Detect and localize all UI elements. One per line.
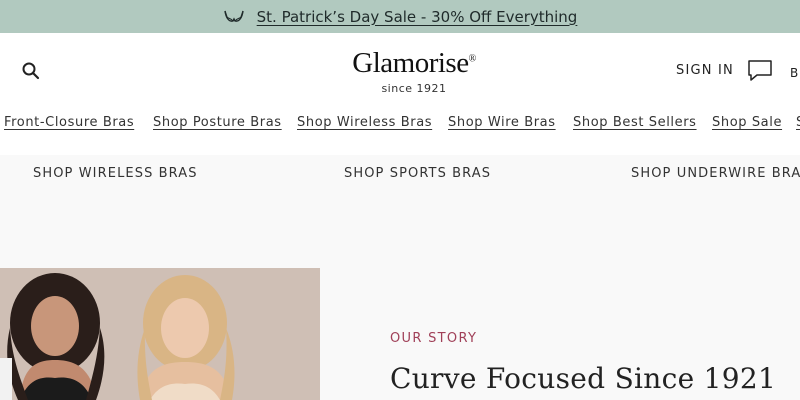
shop-underwire-bras-link[interactable]: SHOP UNDERWIRE BRAS [631,166,800,181]
category-links: SHOP WIRELESS BRAS SHOP SPORTS BRAS SHOP… [0,155,800,191]
models-photo [0,268,320,400]
story-eyebrow: OUR STORY [390,331,478,346]
story-heading: Curve Focused Since 1921 [390,362,777,395]
logo-tagline: since 1921 [381,82,447,95]
sign-in-link[interactable]: SIGN IN [676,63,734,78]
promo-link[interactable]: St. Patrick’s Day Sale - 30% Off Everyth… [257,8,578,26]
logo-wordmark: Glamorise® [352,47,476,79]
bag-link[interactable]: B [790,66,799,80]
search-icon[interactable] [21,61,41,81]
nav-front-closure-bras[interactable]: Front-Closure Bras [4,115,134,130]
promo-content: St. Patrick’s Day Sale - 30% Off Everyth… [223,8,578,26]
promo-banner: St. Patrick’s Day Sale - 30% Off Everyth… [0,0,800,33]
nav-more[interactable]: S [796,115,800,130]
brand-logo[interactable]: Glamorise® since 1921 [350,47,478,96]
our-story-section: OUR STORY Curve Focused Since 1921 [0,191,800,400]
nav-wireless-bras[interactable]: Shop Wireless Bras [297,115,432,130]
nav-best-sellers[interactable]: Shop Best Sellers [573,115,697,130]
site-header: Glamorise® since 1921 SIGN IN B [0,33,800,103]
bra-icon [223,9,245,25]
shop-wireless-bras-link[interactable]: SHOP WIRELESS BRAS [33,166,198,181]
chat-icon[interactable] [747,59,773,83]
shop-sports-bras-link[interactable]: SHOP SPORTS BRAS [344,166,491,181]
nav-posture-bras[interactable]: Shop Posture Bras [153,115,282,130]
nav-sale[interactable]: Shop Sale [712,115,782,130]
category-nav: Front-Closure Bras Shop Posture Bras Sho… [0,103,800,143]
nav-wire-bras[interactable]: Shop Wire Bras [448,115,556,130]
